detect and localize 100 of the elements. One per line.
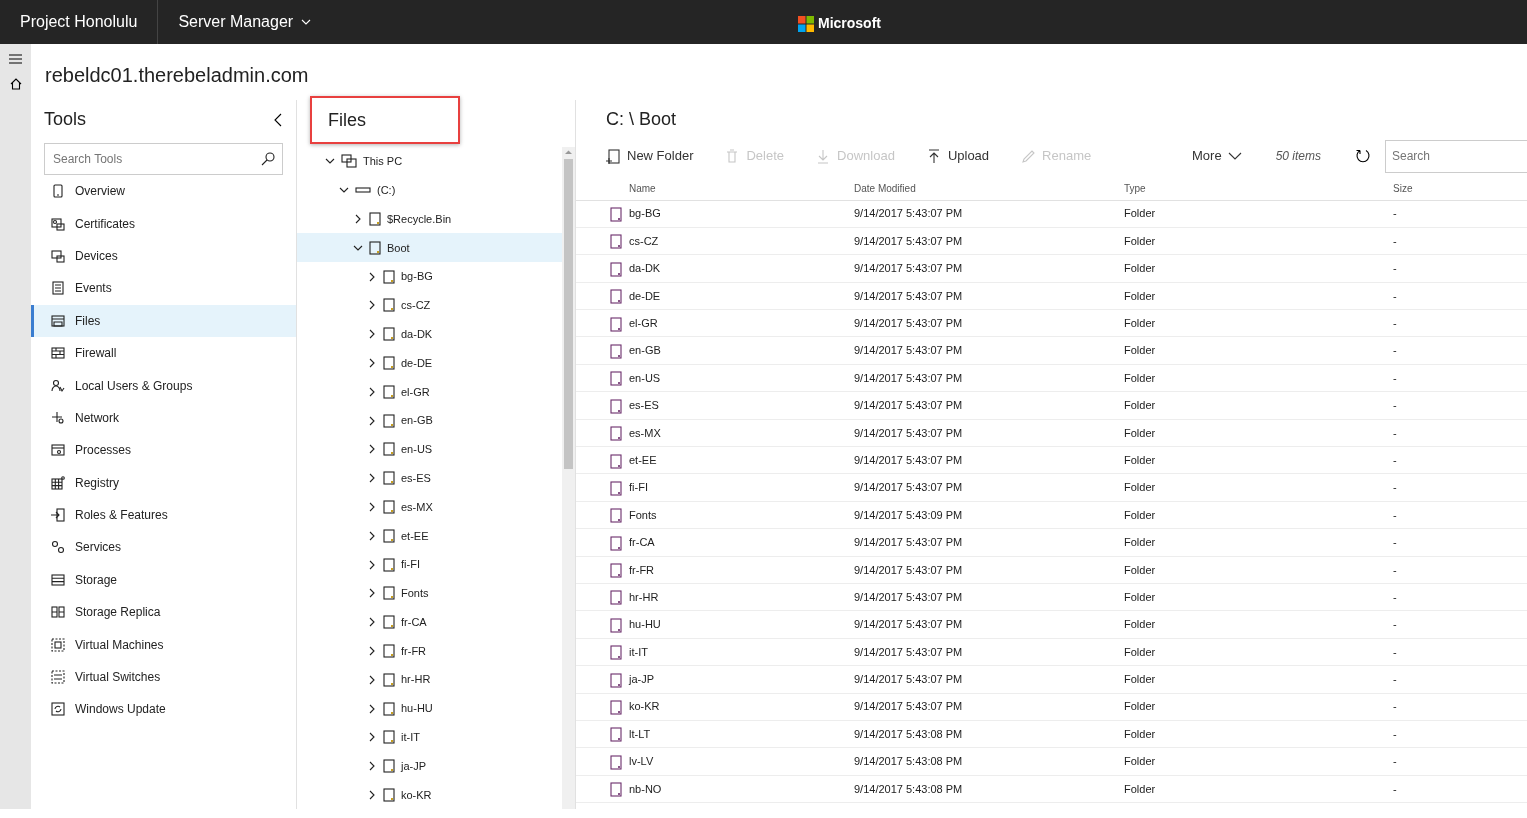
page-icon bbox=[383, 442, 395, 457]
tool-item[interactable]: Certificates bbox=[31, 207, 296, 240]
tree-item[interactable]: ja-JP bbox=[297, 751, 562, 781]
storage-icon bbox=[51, 572, 65, 587]
table-cell: 9/14/2017 5:43:07 PM bbox=[853, 227, 1123, 255]
table-cell: Folder bbox=[1123, 364, 1392, 392]
tool-item[interactable]: Storage Replica bbox=[31, 596, 296, 629]
page-icon bbox=[610, 563, 622, 579]
page-icon bbox=[610, 617, 622, 633]
column-header[interactable]: Size bbox=[1392, 178, 1527, 200]
home-button[interactable] bbox=[9, 78, 22, 90]
tree-item[interactable]: da-DK bbox=[297, 319, 562, 349]
page-icon bbox=[369, 212, 381, 226]
tool-item[interactable]: Network bbox=[31, 401, 296, 435]
tree-item[interactable]: el-GR bbox=[297, 377, 562, 407]
tool-item[interactable]: Files bbox=[31, 304, 296, 337]
tree-item[interactable]: Fonts bbox=[297, 578, 562, 608]
page-icon bbox=[610, 426, 622, 442]
page-icon bbox=[383, 499, 395, 514]
page-icon bbox=[383, 413, 395, 428]
scrollbar[interactable] bbox=[562, 147, 575, 810]
page-icon bbox=[610, 261, 622, 277]
more-button[interactable]: More bbox=[1192, 146, 1242, 166]
toolbar-button[interactable]: New Folder bbox=[606, 146, 694, 166]
tree-item[interactable]: de-DE bbox=[297, 348, 562, 378]
tree-item[interactable]: fr-CA bbox=[297, 607, 562, 637]
tool-item[interactable]: Registry bbox=[31, 466, 296, 499]
server-manager-menu[interactable]: Server Manager bbox=[158, 0, 332, 44]
tree-item[interactable]: Boot bbox=[297, 233, 562, 263]
table-cell: - bbox=[1392, 200, 1527, 228]
tool-item[interactable]: Firewall bbox=[31, 336, 296, 370]
pencil-icon bbox=[1021, 148, 1037, 164]
table-cell: 9/14/2017 5:43:07 PM bbox=[853, 693, 1123, 721]
tool-item[interactable]: Storage bbox=[31, 563, 296, 597]
tree-item[interactable]: hr-HR bbox=[297, 665, 562, 695]
brick-wall-icon bbox=[51, 346, 65, 361]
tool-item[interactable]: Services bbox=[31, 531, 296, 564]
table-cell: - bbox=[1392, 473, 1527, 502]
tree-item[interactable]: (C:) bbox=[297, 175, 562, 205]
column-header[interactable]: Type bbox=[1123, 178, 1392, 200]
table-cell: - bbox=[1392, 309, 1527, 337]
tool-item[interactable]: Overview bbox=[31, 175, 296, 208]
tree-item[interactable]: This PC bbox=[297, 147, 562, 176]
tree-item[interactable]: cs-CZ bbox=[297, 291, 562, 320]
tree-item[interactable]: bg-BG bbox=[297, 262, 562, 291]
menu-button[interactable] bbox=[9, 54, 22, 64]
chevron-right-icon bbox=[367, 617, 377, 628]
tree-item[interactable]: fi-FI bbox=[297, 550, 562, 579]
dotted-window-icon bbox=[51, 637, 65, 652]
tree-item[interactable]: en-GB bbox=[297, 406, 562, 435]
tool-item[interactable]: Windows Update bbox=[31, 693, 296, 726]
tool-item[interactable]: Events bbox=[31, 272, 296, 305]
tool-item[interactable]: Devices bbox=[31, 239, 296, 273]
table-cell: 9/14/2017 5:43:07 PM bbox=[853, 583, 1123, 611]
column-header[interactable]: Name bbox=[628, 178, 853, 200]
refresh-window-icon bbox=[51, 702, 65, 717]
tool-item[interactable]: Local Users & Groups bbox=[31, 369, 296, 402]
table-cell: en-US bbox=[628, 364, 853, 392]
page-icon bbox=[383, 471, 395, 486]
toolbar-button[interactable]: Upload bbox=[926, 146, 990, 166]
page-icon bbox=[610, 535, 622, 551]
page-icon bbox=[383, 528, 395, 543]
table-cell: Folder bbox=[1123, 720, 1392, 748]
table-cell: Folder bbox=[1123, 282, 1392, 310]
search-tools-field[interactable]: Search Tools bbox=[44, 143, 283, 175]
page-icon bbox=[383, 269, 395, 284]
tree-item[interactable]: it-IT bbox=[297, 722, 562, 752]
tree-item[interactable]: hu-HU bbox=[297, 694, 562, 723]
table-cell: Folder bbox=[1123, 610, 1392, 639]
page-icon bbox=[610, 289, 622, 305]
item-count: 50 items bbox=[1275, 148, 1321, 165]
page-icon bbox=[610, 207, 622, 222]
tool-item[interactable]: Roles & Features bbox=[31, 498, 296, 532]
page-icon bbox=[610, 672, 622, 688]
tool-item[interactable]: Virtual Machines bbox=[31, 628, 296, 661]
tool-item[interactable]: Virtual Switches bbox=[31, 660, 296, 694]
chevron-right-icon bbox=[367, 645, 377, 656]
refresh-button[interactable] bbox=[1355, 148, 1371, 164]
tree-item[interactable]: et-EE bbox=[297, 521, 562, 551]
server-name: rebeldc01.therebeladmin.com bbox=[44, 63, 310, 88]
tree-item[interactable]: ko-KR bbox=[297, 780, 562, 810]
table-cell: Folder bbox=[1123, 638, 1392, 666]
tool-item[interactable]: Processes bbox=[31, 434, 296, 467]
search-field[interactable]: Search bbox=[1385, 139, 1527, 173]
table-cell: Folder bbox=[1123, 391, 1392, 420]
tree-item[interactable]: $Recycle.Bin bbox=[297, 204, 562, 234]
page-icon bbox=[610, 316, 622, 332]
table-cell: 9/14/2017 5:43:07 PM bbox=[853, 200, 1123, 228]
page-icon bbox=[610, 398, 622, 414]
tree-item[interactable]: es-MX bbox=[297, 492, 562, 522]
table-cell: 9/14/2017 5:43:07 PM bbox=[853, 556, 1123, 584]
collapse-button[interactable] bbox=[274, 112, 282, 127]
column-header[interactable]: Date Modified bbox=[853, 178, 1123, 200]
page-icon bbox=[610, 371, 622, 387]
table-cell: fr-CA bbox=[628, 528, 853, 557]
tree-item[interactable]: en-US bbox=[297, 434, 562, 464]
tree-item[interactable]: es-ES bbox=[297, 463, 562, 493]
page-icon bbox=[383, 355, 395, 370]
tree-item[interactable]: fr-FR bbox=[297, 636, 562, 666]
upload-icon bbox=[926, 148, 942, 164]
